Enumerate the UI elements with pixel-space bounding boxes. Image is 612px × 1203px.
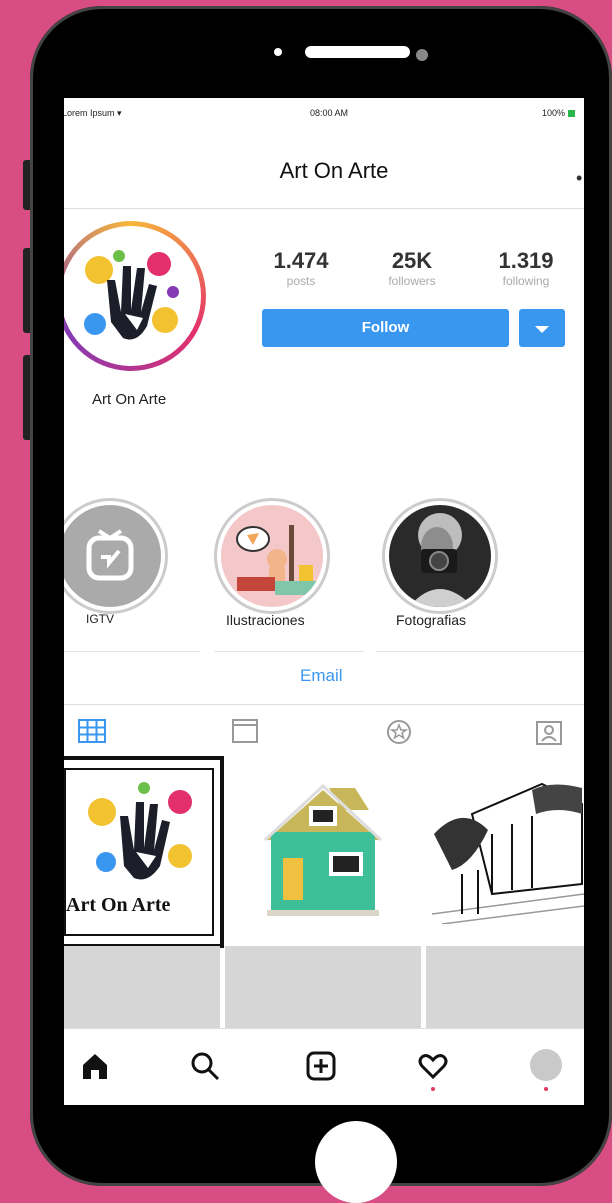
add-post-icon[interactable] <box>306 1051 336 1081</box>
post-placeholder-1 <box>64 946 220 1028</box>
post-placeholder-2 <box>225 946 421 1028</box>
profile-avatar-icon[interactable] <box>530 1049 562 1081</box>
followers-count: 25K <box>391 248 433 273</box>
heart-icon[interactable] <box>418 1051 448 1081</box>
sensor-dot <box>274 48 282 56</box>
highlight-ilustraciones[interactable] <box>214 498 330 614</box>
email-button[interactable]: Email <box>300 666 343 686</box>
post-thumbnail-1[interactable]: Art On Arte <box>64 754 224 948</box>
status-time: 08:00 AM <box>310 108 349 118</box>
handprint-logo-icon <box>84 250 179 340</box>
search-icon[interactable] <box>190 1051 220 1081</box>
illustration-thumbnail <box>236 525 319 595</box>
more-dots-icon[interactable]: • <box>576 168 582 189</box>
profile-name: Art On Arte <box>92 391 167 408</box>
highlight-label-ilustraciones: Ilustraciones <box>226 612 305 628</box>
notification-dot <box>431 1087 435 1091</box>
suggested-dropdown-button[interactable] <box>519 309 565 347</box>
followers-label: followers <box>388 274 436 288</box>
igtv-tab-icon[interactable] <box>232 719 258 743</box>
following-label: following <box>502 274 550 288</box>
post-caption: Art On Arte <box>66 894 171 916</box>
earpiece <box>305 46 410 58</box>
grid-icon[interactable] <box>78 719 106 743</box>
home-icon[interactable] <box>80 1051 110 1081</box>
app-screen: Lorem Ipsum ▾ 08:00 AM 100% Art On Arte … <box>64 98 584 1105</box>
highlight-igtv[interactable] <box>64 498 168 614</box>
divider-left <box>64 651 200 652</box>
wifi-icon: ▾ <box>117 108 122 118</box>
status-bar: Lorem Ipsum ▾ 08:00 AM 100% <box>64 98 584 128</box>
photo-thumbnail <box>409 513 473 607</box>
bottom-navigation <box>64 1028 584 1105</box>
stat-following[interactable]: 1.319 following <box>481 248 571 288</box>
house-illustration <box>263 783 383 916</box>
post-thumbnail-2[interactable] <box>225 754 421 942</box>
battery-status: 100% <box>542 108 575 118</box>
stat-followers[interactable]: 25K followers <box>367 248 457 288</box>
posts-label: posts <box>286 274 316 288</box>
highlight-label-fotografias: Fotografias <box>396 612 467 628</box>
divider-right <box>376 651 584 652</box>
post-thumbnail-3[interactable] <box>426 754 584 942</box>
carrier-label: Lorem Ipsum ▾ <box>64 108 122 118</box>
page-title: Art On Arte <box>279 158 389 183</box>
profile-tabs <box>64 704 584 755</box>
tagged-star-icon[interactable] <box>386 719 412 745</box>
highlight-label-igtv: IGTV <box>86 612 115 626</box>
handprint-logo-icon <box>88 782 192 880</box>
following-count: 1.319 <box>498 248 554 273</box>
stat-posts[interactable]: 1.474 posts <box>256 248 346 288</box>
divider-mid <box>214 651 364 652</box>
battery-icon <box>567 110 575 118</box>
profile-avatar[interactable] <box>64 221 206 371</box>
highlight-fotografias[interactable] <box>382 498 498 614</box>
igtv-icon <box>86 529 134 581</box>
posts-count: 1.474 <box>273 248 329 273</box>
person-tag-icon[interactable] <box>536 719 562 745</box>
front-camera <box>416 49 428 61</box>
post-placeholder-3 <box>426 946 584 1028</box>
follow-button[interactable]: Follow <box>262 309 509 347</box>
profile-header: Art On Arte • <box>64 128 584 209</box>
profile-notification-dot <box>544 1087 548 1091</box>
building-sketch <box>432 782 584 924</box>
